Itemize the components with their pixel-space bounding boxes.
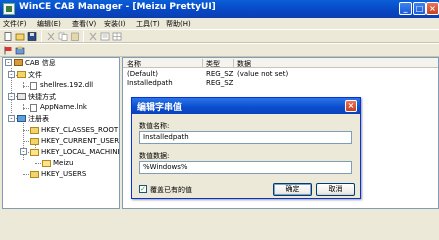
app-icon <box>3 3 15 15</box>
column-divider[interactable] <box>202 59 203 67</box>
paste-icon[interactable] <box>70 32 80 41</box>
tree-connector <box>23 130 29 131</box>
delete-icon[interactable] <box>88 32 98 41</box>
minimize-button[interactable]: _ <box>399 2 412 15</box>
folder-icon <box>30 138 39 145</box>
flag-icon[interactable] <box>3 46 13 55</box>
column-type[interactable]: 类型 <box>206 59 220 69</box>
cut-icon[interactable] <box>46 32 56 41</box>
tree-expander[interactable]: - <box>8 93 15 100</box>
tree-connector <box>23 108 29 109</box>
dialog-title: 编辑字串值 <box>137 103 183 113</box>
title-bar: WinCE CAB Manager - [Meizu PrettyUI] _ □… <box>0 0 439 18</box>
tree-item-shortcut[interactable]: AppName.lnk <box>40 103 87 111</box>
tree-connector <box>23 104 24 110</box>
folder-icon <box>30 171 39 178</box>
menu-edit[interactable]: 编辑(E) <box>37 19 61 29</box>
tree-pane: - CAB 信息 - 文件 shellres.192.dll - 快捷方式 Ap… <box>2 57 120 209</box>
value-data-label: 数值数据: <box>139 152 170 160</box>
main-toolbar <box>0 29 439 43</box>
dialog-close-button[interactable]: × <box>345 100 357 112</box>
menu-view[interactable]: 查看(V) <box>72 19 96 29</box>
menu-help[interactable]: 帮助(H) <box>166 19 191 29</box>
menu-install[interactable]: 安装(I) <box>104 19 126 29</box>
menu-file[interactable]: 文件(F) <box>3 19 27 29</box>
tree-connector <box>23 174 29 175</box>
column-name[interactable]: 名称 <box>127 59 141 69</box>
value-name-field[interactable]: Installedpath <box>139 131 352 144</box>
row-name[interactable]: Installedpath <box>127 79 173 87</box>
cancel-button[interactable]: 取消 <box>316 183 355 196</box>
edit-string-dialog: 编辑字串值 × 数值名称: Installedpath 数值数据: %Windo… <box>131 97 361 199</box>
column-divider[interactable] <box>233 59 234 67</box>
tree-item-hku[interactable]: HKEY_USERS <box>41 170 86 178</box>
tree-item-registry[interactable]: 注册表 <box>28 114 49 124</box>
grid-icon[interactable] <box>112 32 122 41</box>
ok-button[interactable]: 确定 <box>273 183 312 196</box>
column-data[interactable]: 数据 <box>237 59 251 69</box>
row-data: (value not set) <box>237 70 289 78</box>
open-icon[interactable] <box>15 32 25 41</box>
tree-item-hkcu[interactable]: HKEY_CURRENT_USER <box>41 137 119 145</box>
registry-icon <box>17 115 26 122</box>
tree-item-hkcr[interactable]: HKEY_CLASSES_ROOT <box>41 126 118 134</box>
link-file-icon <box>30 104 37 112</box>
list-header: 名称 类型 数据 <box>123 58 438 69</box>
maximize-button[interactable]: □ <box>413 2 426 15</box>
tree-item-hklm[interactable]: HKEY_LOCAL_MACHINE <box>41 148 119 156</box>
close-button[interactable]: × <box>426 2 439 15</box>
tree-item-files[interactable]: 文件 <box>28 70 42 80</box>
row-type: REG_SZ <box>206 79 234 87</box>
tree-item-meizu[interactable]: Meizu <box>53 159 73 167</box>
new-icon[interactable] <box>3 32 13 41</box>
install-icon[interactable] <box>15 46 25 55</box>
folder-icon <box>17 71 26 78</box>
toolbar-separator <box>83 31 84 42</box>
tree-item-file[interactable]: shellres.192.dll <box>40 81 93 89</box>
row-type: REG_SZ <box>206 70 234 78</box>
tree-item-shortcuts[interactable]: 快捷方式 <box>28 92 56 102</box>
save-icon[interactable] <box>27 32 37 41</box>
overwrite-checkbox[interactable]: ✓ <box>139 185 147 193</box>
cab-icon <box>14 59 23 66</box>
tree-item-cab-info[interactable]: CAB 信息 <box>25 58 56 68</box>
tree-expander[interactable]: - <box>8 115 15 122</box>
tree-connector <box>35 163 41 164</box>
tree-connector <box>23 82 24 88</box>
folder-open-icon <box>30 149 39 156</box>
toolbar-separator <box>41 31 42 42</box>
file-icon <box>30 82 37 90</box>
tree-expander[interactable]: - <box>20 148 27 155</box>
tree-expander[interactable]: - <box>5 59 12 66</box>
properties-icon[interactable] <box>100 32 110 41</box>
value-data-input[interactable]: %Windows% <box>139 161 352 174</box>
copy-icon[interactable] <box>58 32 68 41</box>
folder-icon <box>30 127 39 134</box>
tree-connector <box>23 141 29 142</box>
menu-tools[interactable]: 工具(T) <box>136 19 160 29</box>
folder-open-icon <box>42 160 51 167</box>
menu-bar: 文件(F) 编辑(E) 查看(V) 安装(I) 工具(T) 帮助(H) <box>0 18 439 29</box>
window-title: WinCE CAB Manager - [Meizu PrettyUI] <box>19 2 216 12</box>
shortcut-icon <box>17 93 26 100</box>
overwrite-checkbox-label: 覆盖已有的值 <box>150 186 192 194</box>
dialog-title-bar: 编辑字串值 × <box>132 98 360 114</box>
tree-expander[interactable]: - <box>8 71 15 78</box>
value-name-label: 数值名称: <box>139 122 170 130</box>
secondary-toolbar <box>0 43 439 57</box>
tree-connector <box>23 86 29 87</box>
row-name[interactable]: (Default) <box>127 70 158 78</box>
